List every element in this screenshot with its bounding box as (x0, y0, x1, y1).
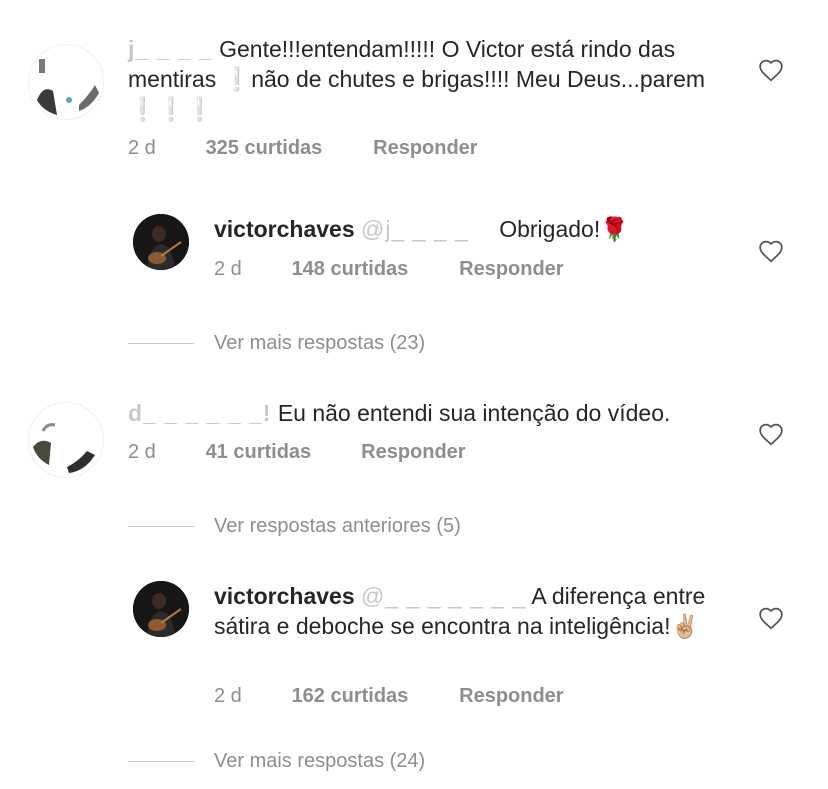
victorchaves-avatar[interactable] (133, 581, 189, 637)
reply-time: 2 d (214, 258, 242, 280)
comment-username[interactable]: d_ _ _ _ _ _! (128, 400, 271, 426)
reply-button[interactable]: Responder (459, 685, 563, 708)
like-heart-icon[interactable] (758, 58, 784, 82)
reply-likes[interactable]: 162 curtidas (292, 685, 454, 708)
reply-username[interactable]: victorchaves (214, 216, 355, 242)
reply-mention[interactable]: @_ _ _ _ _ _ _ (361, 583, 526, 609)
view-more-replies-label[interactable]: Ver mais respostas (23) (214, 332, 425, 355)
thread-divider (128, 526, 194, 527)
comment-username[interactable]: j_ _ _ _ (128, 36, 213, 62)
guitarist-avatar-image (133, 581, 189, 637)
comment-meta: 2 d 41 curtidas Responder (128, 441, 466, 464)
comment-text: d_ _ _ _ _ _! Eu não entendi sua intençã… (128, 398, 728, 428)
comment-body: Gente!!!entendam!!!!! O Victor está rind… (128, 36, 706, 122)
victorchaves-avatar[interactable] (133, 214, 189, 270)
blurred-avatar-image (33, 423, 95, 473)
like-heart-icon[interactable] (758, 239, 784, 263)
guitarist-avatar-image (133, 214, 189, 270)
like-heart-icon[interactable] (758, 606, 784, 630)
reply-likes[interactable]: 148 curtidas (292, 258, 454, 281)
reply-meta: 2 d 148 curtidas Responder (214, 258, 564, 281)
view-more-replies-link[interactable]: Ver mais respostas (23) (128, 332, 425, 355)
reply-text: victorchaves @_ _ _ _ _ _ _ A diferença … (214, 581, 734, 641)
reply-button[interactable]: Responder (459, 258, 563, 281)
view-more-replies-label[interactable]: Ver mais respostas (24) (214, 750, 425, 773)
reply-mention[interactable]: @j_ _ _ _ (361, 216, 469, 242)
view-previous-replies-label[interactable]: Ver respostas anteriores (5) (214, 515, 461, 538)
blurred-avatar-image (37, 59, 99, 115)
reply-button[interactable]: Responder (373, 137, 477, 160)
commenter-avatar[interactable] (28, 402, 104, 478)
comment-time: 2 d (128, 441, 156, 463)
comment-likes[interactable]: 41 curtidas (206, 441, 356, 464)
reply-meta: 2 d 162 curtidas Responder (214, 685, 564, 708)
comment-body: Eu não entendi sua intenção do vídeo. (277, 400, 671, 426)
comment-time: 2 d (128, 137, 156, 159)
reply-text: victorchaves @j_ _ _ _ Obrigado!🌹 (214, 214, 734, 244)
view-previous-replies-link[interactable]: Ver respostas anteriores (5) (128, 515, 461, 538)
reply-time: 2 d (214, 685, 242, 707)
thread-divider (128, 761, 194, 762)
commenter-avatar[interactable] (28, 44, 104, 120)
like-heart-icon[interactable] (758, 422, 784, 446)
reply-body: Obrigado!🌹 (499, 216, 629, 242)
comment-meta: 2 d 325 curtidas Responder (128, 137, 478, 160)
comment-text: j_ _ _ _ Gente!!!entendam!!!!! O Victor … (128, 34, 728, 124)
reply-username[interactable]: victorchaves (214, 583, 355, 609)
comment-likes[interactable]: 325 curtidas (206, 137, 368, 160)
view-more-replies-link[interactable]: Ver mais respostas (24) (128, 750, 425, 773)
thread-divider (128, 343, 194, 344)
reply-button[interactable]: Responder (361, 441, 465, 464)
